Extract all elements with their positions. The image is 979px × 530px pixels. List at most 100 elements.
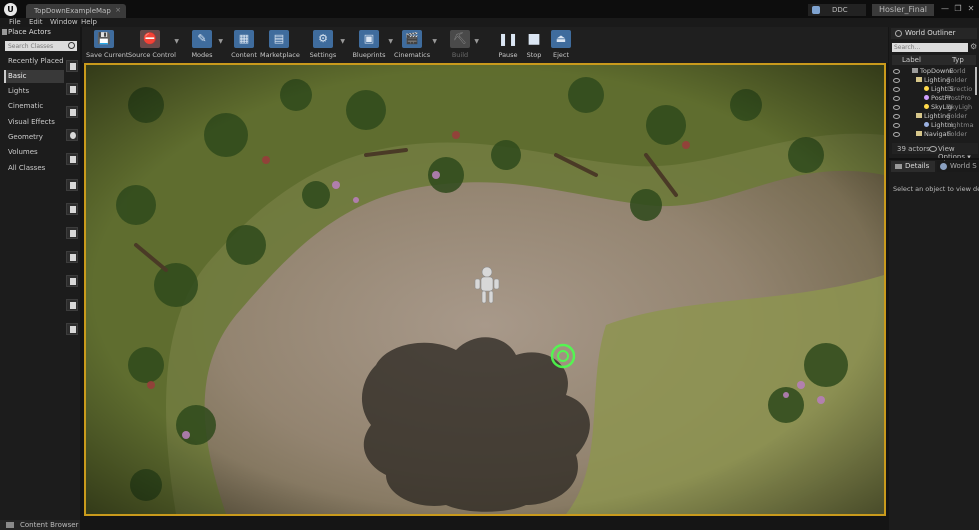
menu-edit[interactable]: Edit — [29, 18, 43, 27]
category-all-classes[interactable]: All Classes — [4, 162, 64, 175]
column-type[interactable]: Typ — [952, 56, 964, 64]
actor-shape-icon — [70, 132, 76, 139]
cinematics-button[interactable]: 🎬 Cinematics ▼ — [394, 27, 437, 63]
outliner-row[interactable]: Light S Directio — [892, 85, 974, 94]
outliner-scrollbar[interactable] — [975, 67, 977, 95]
outliner-search-input[interactable] — [892, 43, 968, 52]
game-scene — [86, 65, 884, 514]
outliner-row[interactable]: TopDownE World — [892, 67, 974, 76]
close-window-button[interactable]: ✕ — [965, 4, 977, 14]
visibility-eye-icon[interactable] — [893, 87, 900, 92]
visibility-eye-icon[interactable] — [893, 69, 900, 74]
category-lights[interactable]: Lights — [4, 85, 64, 98]
world-outliner-title: World Outliner — [905, 29, 956, 37]
chevron-down-icon[interactable]: ▼ — [388, 38, 393, 45]
menu-bar: File Edit Window Help — [0, 18, 979, 27]
ddc-indicator[interactable]: DDC — [808, 4, 866, 16]
category-visual-effects[interactable]: Visual Effects — [4, 116, 64, 129]
outliner-row[interactable]: Lighting Folder — [892, 112, 974, 121]
source-control-label: Source Control — [128, 51, 176, 59]
chevron-down-icon[interactable]: ▼ — [340, 38, 345, 45]
document-tab[interactable]: TopDownExampleMap × — [26, 4, 126, 18]
actor-thumbnail[interactable] — [66, 203, 78, 215]
maximize-button[interactable]: ❐ — [952, 4, 964, 14]
project-name: Hosler_Final — [872, 4, 934, 16]
actor-shape-icon — [70, 278, 76, 285]
outliner-row[interactable]: PostPr PostPro — [892, 94, 974, 103]
settings-button[interactable]: ⚙ Settings ▼ — [308, 27, 345, 63]
stop-button[interactable]: ■ Stop — [522, 27, 546, 63]
actor-thumbnail[interactable] — [66, 179, 78, 191]
visibility-eye-icon[interactable] — [893, 105, 900, 110]
modes-label: Modes — [191, 51, 213, 59]
actor-thumbnail[interactable] — [66, 153, 78, 165]
outliner-row[interactable]: Lighting Folder — [892, 76, 974, 85]
actor-thumbnail[interactable] — [66, 60, 78, 72]
row-type: PostPro — [947, 94, 971, 102]
chevron-down-icon[interactable]: ▼ — [174, 38, 179, 45]
pause-button[interactable]: ❚❚ Pause — [496, 27, 520, 63]
search-classes-input[interactable] — [5, 41, 77, 51]
modes-button[interactable]: ✎ Modes ▼ — [188, 27, 223, 63]
eject-button[interactable]: ⏏ Eject — [548, 27, 574, 63]
close-tab-icon[interactable]: × — [115, 6, 121, 14]
search-icon[interactable] — [68, 42, 75, 49]
visibility-eye-icon[interactable] — [893, 123, 900, 128]
category-geometry[interactable]: Geometry — [4, 131, 64, 144]
chevron-down-icon[interactable]: ▼ — [218, 38, 223, 45]
place-actors-panel: Place Actors Recently Placed Basic Light… — [0, 27, 80, 520]
outliner-row[interactable]: SkyLig SkyLigh — [892, 103, 974, 112]
main-toolbar: 💾 Save Current ⛔ Source Control ▼ ✎ Mode… — [82, 27, 888, 63]
actor-thumbnail[interactable] — [66, 251, 78, 263]
actor-shape-icon — [70, 182, 76, 189]
category-cinematic[interactable]: Cinematic — [4, 100, 64, 113]
actor-thumbnail[interactable] — [66, 106, 78, 118]
actor-thumbnail[interactable] — [66, 299, 78, 311]
blueprints-button[interactable]: ▣ Blueprints ▼ — [352, 27, 393, 63]
settings-label: Settings — [309, 51, 337, 59]
marketplace-label: Marketplace — [260, 51, 300, 59]
actor-shape-icon — [70, 302, 76, 309]
panel-divider[interactable] — [889, 158, 979, 160]
menu-file[interactable]: File — [9, 18, 21, 27]
world-settings-tab[interactable]: World S — [937, 161, 979, 172]
blueprints-icon: ▣ — [359, 30, 379, 48]
category-basic[interactable]: Basic — [4, 70, 64, 83]
minimize-button[interactable]: — — [939, 4, 951, 14]
menu-window[interactable]: Window — [50, 18, 78, 27]
source-control-button[interactable]: ⛔ Source Control ▼ — [128, 27, 179, 63]
visibility-eye-icon[interactable] — [893, 96, 900, 101]
world-outliner-tab[interactable]: World Outliner — [891, 28, 977, 39]
gear-icon[interactable]: ⚙ — [970, 42, 977, 51]
save-current-label: Save Current — [86, 51, 129, 59]
actor-thumbnail[interactable] — [66, 275, 78, 287]
chevron-down-icon[interactable]: ▼ — [474, 38, 479, 45]
place-actors-tab[interactable]: Place Actors — [2, 28, 51, 37]
actor-thumbnail[interactable] — [66, 129, 78, 141]
ddc-icon — [812, 6, 820, 14]
content-button[interactable]: ▦ Content — [230, 27, 258, 63]
details-tab[interactable]: Details — [891, 161, 935, 172]
visibility-eye-icon[interactable] — [893, 114, 900, 119]
visibility-eye-icon[interactable] — [893, 132, 900, 137]
outliner-row[interactable]: Lightm Lightmass — [892, 121, 974, 130]
actor-thumbnail[interactable] — [66, 323, 78, 335]
save-current-button[interactable]: 💾 Save Current — [86, 27, 129, 63]
category-volumes[interactable]: Volumes — [4, 146, 64, 159]
eject-label: Eject — [552, 51, 570, 59]
menu-help[interactable]: Help — [81, 18, 97, 27]
content-browser-tab[interactable]: Content Browser — [0, 520, 80, 530]
category-recently-placed[interactable]: Recently Placed — [4, 55, 64, 68]
level-viewport[interactable] — [84, 63, 886, 516]
column-label[interactable]: Label — [902, 56, 921, 64]
outliner-row[interactable]: Navigati Folder — [892, 130, 974, 139]
world-icon — [912, 68, 918, 73]
chevron-down-icon[interactable]: ▼ — [432, 38, 437, 45]
actor-thumbnail[interactable] — [66, 83, 78, 95]
visibility-eye-icon[interactable] — [893, 78, 900, 83]
cinematics-icon: 🎬 — [402, 30, 422, 48]
marketplace-button[interactable]: ▤ Marketplace — [260, 27, 300, 63]
build-button[interactable]: ⛏ Build ▼ — [448, 27, 479, 63]
actor-shape-icon — [70, 326, 76, 333]
actor-thumbnail[interactable] — [66, 227, 78, 239]
